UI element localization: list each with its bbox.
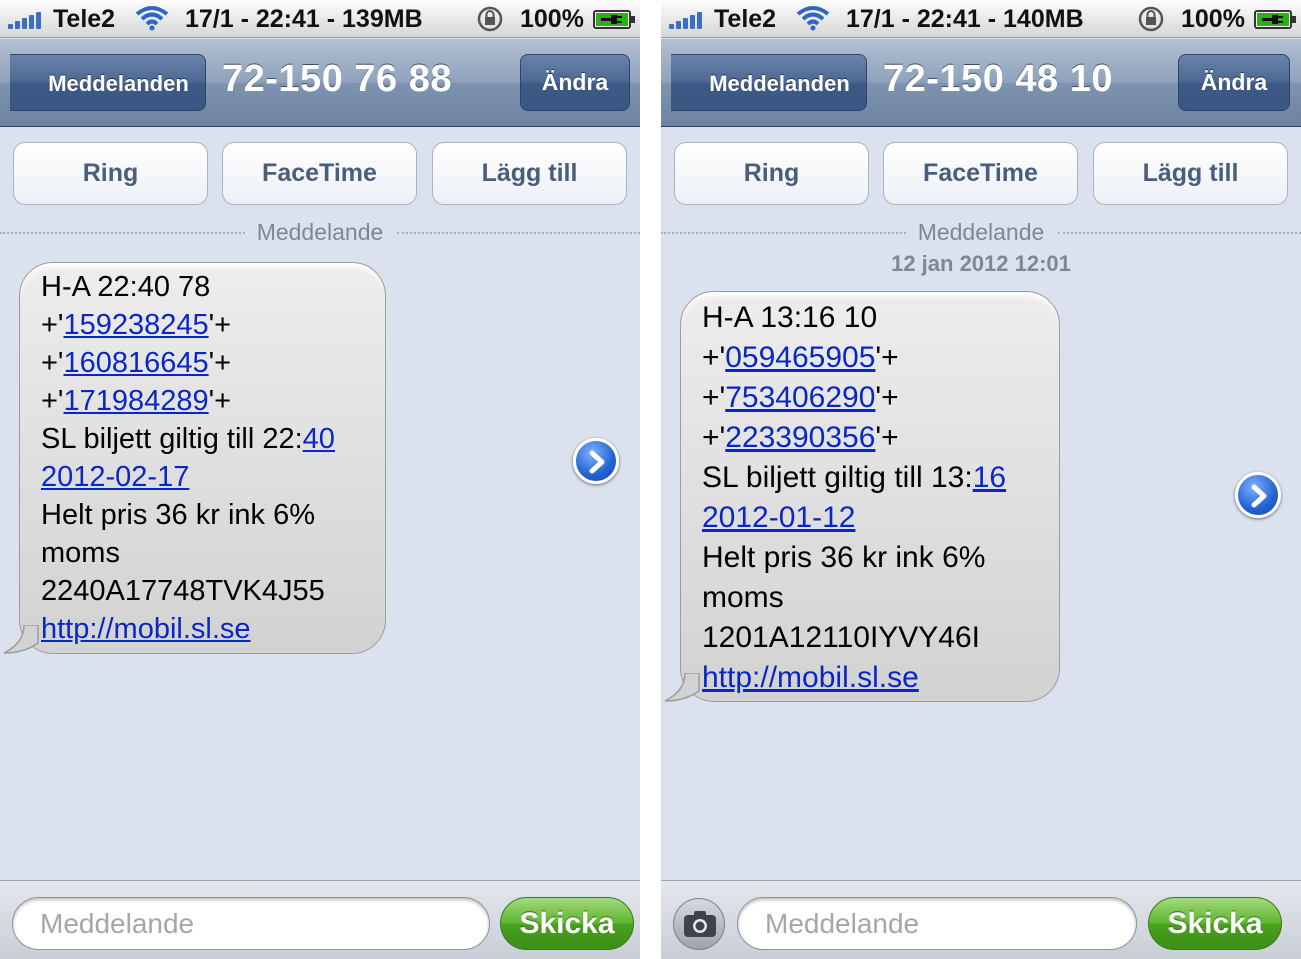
phone-screen-left: Tele2 17/1 - 22:41 - 139MB 100% Meddelan… bbox=[0, 0, 640, 959]
battery-percentage: 100% bbox=[520, 5, 584, 33]
phone-screen-right: Tele2 17/1 - 22:41 - 140MB 100% Meddelan… bbox=[661, 0, 1301, 959]
message-timestamp: 12 jan 2012 12:01 bbox=[891, 251, 1071, 276]
date-link[interactable]: 2012-01-12 bbox=[702, 501, 855, 534]
navigation-bar: Meddelanden 72-150 76 88 Ändra bbox=[0, 39, 640, 127]
status-bar: Tele2 17/1 - 22:41 - 140MB 100% bbox=[661, 0, 1301, 38]
message-line: Helt pris 36 kr ink 6% bbox=[702, 541, 986, 574]
disclosure-arrow-icon[interactable] bbox=[1235, 472, 1281, 518]
camera-button[interactable] bbox=[673, 898, 725, 950]
wifi-icon bbox=[135, 6, 169, 31]
edit-button[interactable]: Ändra bbox=[520, 54, 630, 111]
navigation-bar: Meddelanden 72-150 48 10 Ändra bbox=[661, 39, 1301, 127]
battery-percentage: 100% bbox=[1181, 5, 1245, 33]
section-header-label: Meddelande bbox=[909, 219, 1053, 245]
message-line: H-A 22:40 78 bbox=[41, 271, 211, 303]
status-center-text: 17/1 - 22:41 - 139MB bbox=[185, 5, 423, 33]
message-line: 2012-02-17 bbox=[41, 458, 363, 496]
message-line: +'171984289'+ bbox=[41, 385, 232, 417]
message-input[interactable]: Meddelande bbox=[12, 897, 490, 950]
edit-button[interactable]: Ändra bbox=[1178, 54, 1290, 111]
carrier-name: Tele2 bbox=[53, 5, 116, 33]
message-line: SL biljett giltig till 13:16 bbox=[702, 461, 1007, 494]
message-line: +'159238245'+ bbox=[41, 309, 232, 341]
status-bar: Tele2 17/1 - 22:41 - 139MB 100% bbox=[0, 0, 640, 38]
date-link[interactable]: 2012-02-17 bbox=[41, 461, 189, 493]
message-input-bar: Meddelande Skicka bbox=[661, 880, 1301, 959]
back-button-label: Meddelanden bbox=[48, 71, 189, 96]
message-line: http://mobil.sl.se bbox=[702, 658, 1037, 698]
send-button[interactable]: Skicka bbox=[500, 897, 634, 950]
add-contact-button[interactable]: Lägg till bbox=[432, 142, 627, 205]
message-line: H-A 13:16 10 bbox=[702, 301, 878, 334]
phone-number-link[interactable]: 059465905 bbox=[725, 341, 875, 374]
message-section-header: Meddelande bbox=[661, 219, 1301, 246]
carrier-name: Tele2 bbox=[714, 5, 777, 33]
facetime-button[interactable]: FaceTime bbox=[883, 142, 1078, 205]
message-input[interactable]: Meddelande bbox=[737, 897, 1137, 950]
message-line: +'223390356'+ bbox=[702, 421, 899, 454]
phone-number-link[interactable]: 171984289 bbox=[63, 385, 208, 417]
back-button-messages[interactable]: Meddelanden bbox=[10, 54, 206, 111]
phone-number-link[interactable]: 159238245 bbox=[63, 309, 208, 341]
battery-charging-icon bbox=[593, 10, 635, 29]
rotation-lock-icon bbox=[1138, 6, 1164, 32]
conversation-title: 72-150 76 88 bbox=[222, 58, 452, 100]
message-line: +'059465905'+ bbox=[702, 341, 899, 374]
call-button[interactable]: Ring bbox=[674, 142, 869, 205]
ticket-code: 2240A17748TVK4J55 bbox=[41, 575, 325, 607]
message-line: +'753406290'+ bbox=[702, 381, 899, 414]
disclosure-arrow-icon[interactable] bbox=[573, 438, 619, 484]
message-line: SL biljett giltig till 22:40 bbox=[41, 423, 335, 455]
url-link[interactable]: http://mobil.sl.se bbox=[41, 613, 251, 645]
section-header-label: Meddelande bbox=[248, 219, 392, 245]
message-line: 2012-01-12 bbox=[702, 498, 1037, 538]
phone-number-link[interactable]: 223390356 bbox=[725, 421, 875, 454]
date-link[interactable]: 40 bbox=[303, 423, 335, 455]
message-section-header: Meddelande bbox=[0, 219, 640, 246]
message-line: +'160816645'+ bbox=[41, 347, 232, 379]
bubble-tail bbox=[3, 625, 39, 654]
message-line: Helt pris 36 kr ink 6% bbox=[41, 499, 315, 531]
send-button[interactable]: Skicka bbox=[1148, 897, 1282, 950]
phone-number-link[interactable]: 160816645 bbox=[63, 347, 208, 379]
message-input-bar: Meddelande Skicka bbox=[0, 880, 640, 959]
signal-strength-icon bbox=[669, 11, 709, 29]
battery-charging-icon bbox=[1254, 10, 1296, 29]
add-contact-button[interactable]: Lägg till bbox=[1093, 142, 1288, 205]
message-bubble: H-A 22:40 78 +'159238245'+ +'160816645'+… bbox=[3, 262, 386, 654]
message-line: moms bbox=[702, 581, 784, 614]
signal-strength-icon bbox=[8, 11, 48, 29]
conversation-title: 72-150 48 10 bbox=[883, 58, 1113, 100]
phone-number-link[interactable]: 753406290 bbox=[725, 381, 875, 414]
back-button-messages[interactable]: Meddelanden bbox=[671, 54, 867, 111]
call-button[interactable]: Ring bbox=[13, 142, 208, 205]
message-bubble: H-A 13:16 10 +'059465905'+ +'753406290'+… bbox=[664, 291, 1060, 702]
message-line: http://mobil.sl.se bbox=[41, 610, 363, 648]
wifi-icon bbox=[796, 6, 830, 31]
status-center-text: 17/1 - 22:41 - 140MB bbox=[846, 5, 1084, 33]
rotation-lock-icon bbox=[477, 6, 503, 32]
facetime-button[interactable]: FaceTime bbox=[222, 142, 417, 205]
bubble-tail bbox=[664, 673, 700, 702]
ticket-code: 1201A12110IYVY46I bbox=[702, 621, 981, 654]
camera-icon bbox=[684, 911, 716, 937]
date-link[interactable]: 16 bbox=[973, 461, 1006, 494]
back-button-label: Meddelanden bbox=[709, 71, 850, 96]
message-line: moms bbox=[41, 537, 120, 569]
url-link[interactable]: http://mobil.sl.se bbox=[702, 661, 919, 694]
